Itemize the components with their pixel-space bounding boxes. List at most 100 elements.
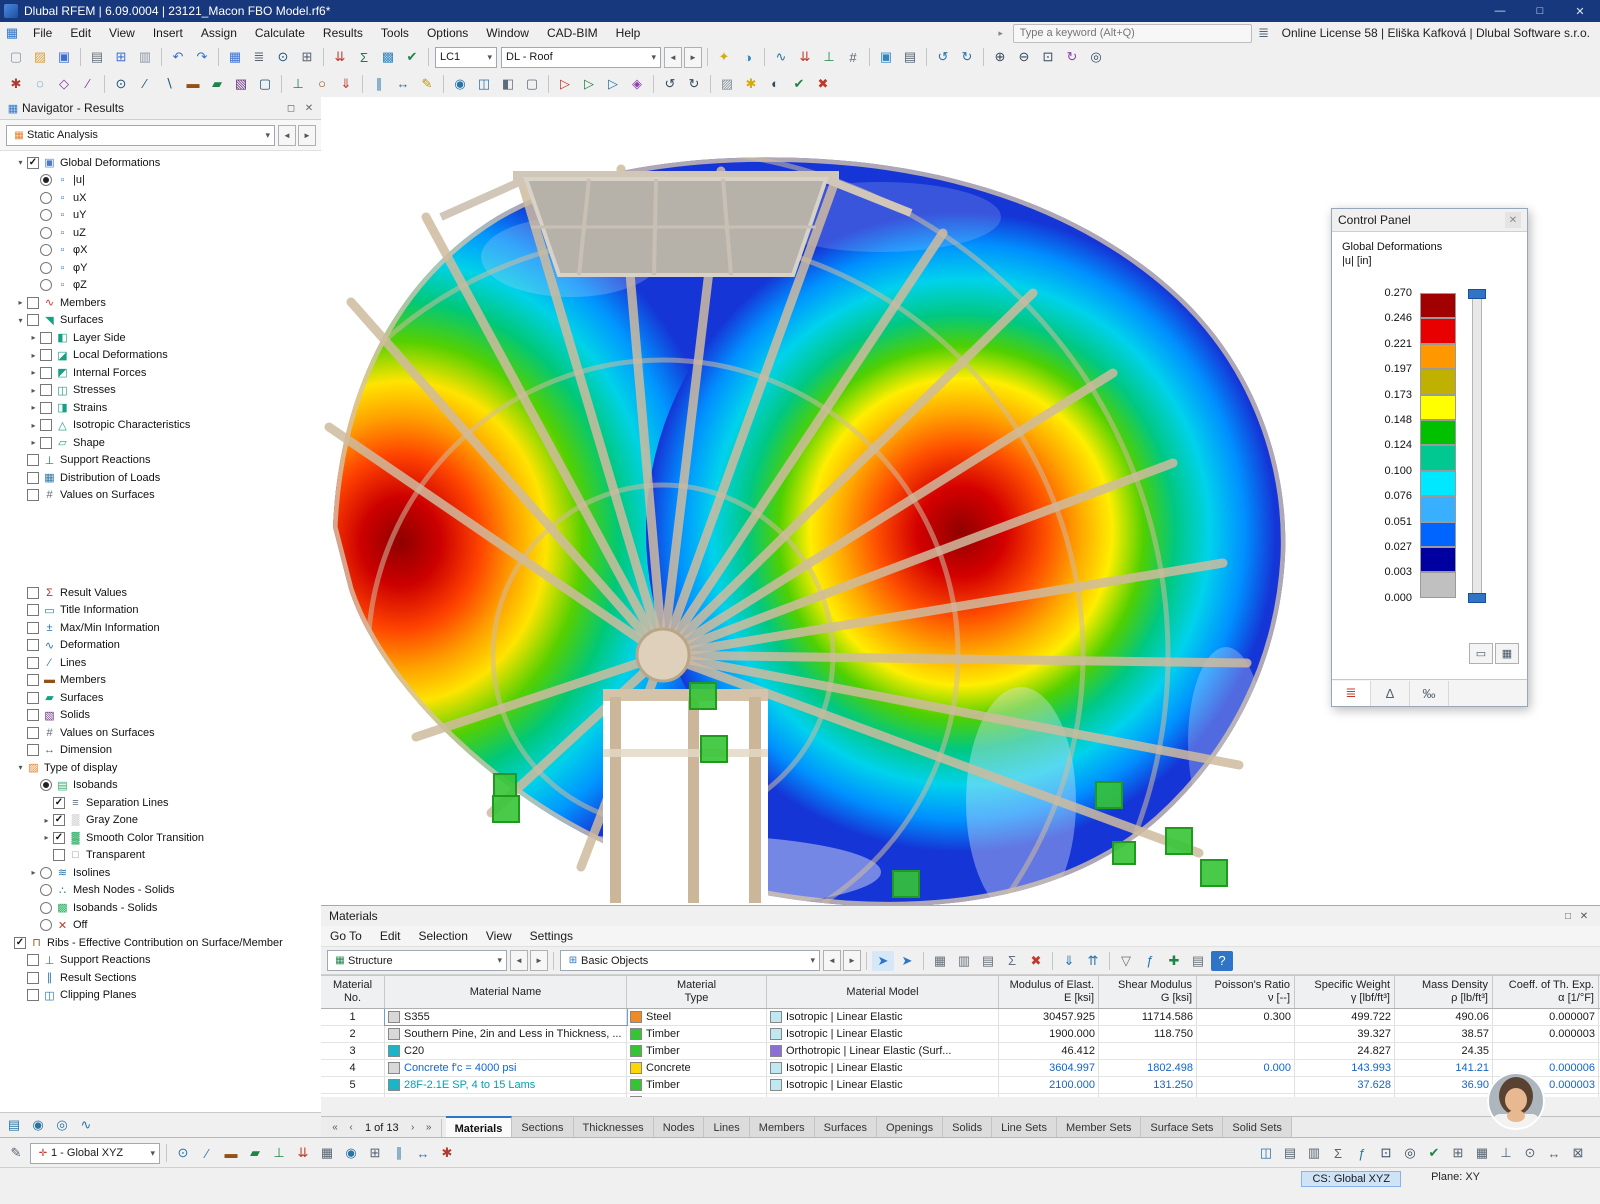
tab-surface-sets[interactable]: Surface Sets (1141, 1117, 1223, 1138)
structure-combo[interactable]: ▦ Structure▾ (327, 950, 507, 971)
checkbox[interactable] (27, 657, 39, 669)
tree-item-y[interactable]: ▫φY (0, 259, 321, 277)
ruler-toggle-icon[interactable]: ↔ (1543, 1143, 1565, 1163)
undo-icon[interactable]: ↶ (167, 47, 189, 67)
cell-ga[interactable]: 37.628 (1295, 1077, 1395, 1093)
isometric-view-icon[interactable]: ◈ (626, 74, 648, 94)
cell-name[interactable] (385, 1094, 627, 1097)
column-header-specific-weight-lbf-ft[interactable]: Specific Weightγ [lbf/ft³] (1295, 976, 1395, 1008)
menu-tools[interactable]: Tools (372, 22, 418, 44)
snap-surface-icon[interactable]: ▰ (244, 1143, 266, 1163)
rotate-view-icon[interactable]: ↻ (1061, 47, 1083, 67)
menu-view[interactable]: View (477, 925, 521, 947)
cell-rh[interactable] (1395, 1094, 1493, 1097)
opening-tool-icon[interactable]: ▢ (254, 74, 276, 94)
menu-selection[interactable]: Selection (410, 925, 477, 947)
radio-button[interactable] (40, 919, 52, 931)
member-tool-icon[interactable]: ▬ (182, 74, 204, 94)
cell-name[interactable]: C20 (385, 1043, 627, 1059)
formula-icon[interactable]: ƒ (1139, 951, 1161, 971)
tab-solid-sets[interactable]: Solid Sets (1223, 1117, 1292, 1138)
tree-item-dimension[interactable]: ↔Dimension (0, 742, 321, 760)
cell-rh[interactable]: 36.90 (1395, 1077, 1493, 1093)
tables-icon[interactable]: ▦ (224, 47, 246, 67)
cell-type[interactable]: Timber (627, 1043, 767, 1059)
cell-name[interactable]: 28F-2.1E SP, 4 to 15 Lams (385, 1077, 627, 1093)
radio-button[interactable] (40, 884, 52, 896)
column-header-coeff-of-th-exp-1-f[interactable]: Coeff. of Th. Exp.α [1/°F] (1493, 976, 1599, 1008)
expander-icon[interactable]: ▸ (28, 333, 39, 342)
snap-node-icon[interactable]: ⊙ (172, 1143, 194, 1163)
checkbox[interactable] (27, 297, 39, 309)
clipping-icon[interactable]: ◫ (473, 74, 495, 94)
close-panel-icon[interactable]: ✕ (301, 100, 317, 116)
plane-xy-icon[interactable]: ∕ (77, 74, 99, 94)
row-number[interactable]: 6 (321, 1094, 385, 1097)
view-z-icon[interactable]: ▷ (602, 74, 624, 94)
snap-support-icon[interactable]: ⊥ (268, 1143, 290, 1163)
cell-nu[interactable] (1197, 1094, 1295, 1097)
cell-al[interactable] (1493, 1043, 1599, 1059)
material-row-1[interactable]: 1S355SteelIsotropic | Linear Elastic3045… (321, 1009, 1600, 1026)
snap-visibility-icon[interactable]: ◉ (340, 1143, 362, 1163)
new-model-icon[interactable]: ▢ (5, 47, 27, 67)
cell-rh[interactable]: 38.57 (1395, 1026, 1493, 1042)
discard-icon[interactable]: ✖ (812, 74, 834, 94)
edit-mode-icon[interactable]: ✎ (5, 1143, 27, 1163)
checkbox[interactable] (53, 849, 65, 861)
filter-icon[interactable]: ▽ (1115, 951, 1137, 971)
new-window-icon[interactable]: ▣ (875, 47, 897, 67)
tree-item-distribution-of-loads[interactable]: ▦Distribution of Loads (0, 469, 321, 487)
material-row-3[interactable]: 3C20TimberOrthotropic | Linear Elastic (… (321, 1043, 1600, 1060)
sum-icon[interactable]: Σ (1001, 951, 1023, 971)
checkbox[interactable] (40, 437, 52, 449)
render-solid-icon[interactable]: ◧ (497, 74, 519, 94)
cell-name[interactable]: S355 (385, 1009, 627, 1025)
checkbox[interactable] (27, 692, 39, 704)
radio-button[interactable] (40, 902, 52, 914)
sum-toggle-icon[interactable]: Σ (1327, 1143, 1349, 1163)
legend-options-button[interactable]: ▭ (1469, 643, 1493, 664)
open-model-icon[interactable]: ▨ (29, 47, 51, 67)
snap-section-icon[interactable]: ∥ (388, 1143, 410, 1163)
full-view-icon[interactable]: ◎ (1085, 47, 1107, 67)
expander-icon[interactable]: ▸ (41, 816, 52, 825)
material-row-6[interactable]: 6 (321, 1094, 1600, 1097)
snap-icon[interactable]: ✱ (5, 74, 27, 94)
previous-page-icon[interactable]: ‹ (343, 1120, 359, 1136)
radio-button[interactable] (40, 867, 52, 879)
checkbox[interactable]: ✓ (53, 832, 65, 844)
zoom-in-icon[interactable]: ⊕ (989, 47, 1011, 67)
tab-lines[interactable]: Lines (704, 1117, 749, 1138)
menu-edit[interactable]: Edit (61, 22, 100, 44)
factors-tab[interactable]: Δ (1371, 681, 1410, 706)
tree-item-members[interactable]: ▬Members (0, 672, 321, 690)
grid-icon[interactable]: ⊞ (296, 47, 318, 67)
tree-item-members[interactable]: ▸∿Members (0, 294, 321, 312)
column-header-mass-density-lb-ft[interactable]: Mass Densityρ [lb/ft³] (1395, 976, 1493, 1008)
cell-al[interactable]: 0.000007 (1493, 1009, 1599, 1025)
expander-icon[interactable]: ▸ (28, 421, 39, 430)
tree-item-transparent[interactable]: □Transparent (0, 847, 321, 865)
cell-g[interactable] (1099, 1043, 1197, 1059)
cell-ga[interactable]: 143.993 (1295, 1060, 1395, 1076)
cell-name[interactable]: Concrete f'c = 4000 psi (385, 1060, 627, 1076)
menu-settings[interactable]: Settings (521, 925, 582, 947)
checkbox[interactable] (27, 314, 39, 326)
checkbox[interactable] (40, 349, 52, 361)
column-header-modulus-of-elast-e-ksi[interactable]: Modulus of Elast.E [ksi] (999, 976, 1099, 1008)
close-table-icon[interactable]: ✕ (1576, 908, 1592, 924)
cell-e[interactable]: 30457.925 (999, 1009, 1099, 1025)
structure-next-button[interactable]: ► (530, 950, 548, 971)
tree-item-isobands[interactable]: ▤Isobands (0, 777, 321, 795)
expander-icon[interactable]: ▾ (15, 763, 26, 772)
zoom-window-icon[interactable]: ⊡ (1037, 47, 1059, 67)
close-button[interactable]: ✕ (1560, 0, 1600, 22)
guideline-icon[interactable]: ◌ (29, 74, 51, 94)
tree-item-global-deformations[interactable]: ▾✓▣Global Deformations (0, 154, 321, 172)
tree-item-off[interactable]: ✕Off (0, 917, 321, 935)
tree-item-support-reactions[interactable]: ⊥Support Reactions (0, 452, 321, 470)
checkbox[interactable] (40, 419, 52, 431)
dimension-icon[interactable]: ↔ (392, 74, 414, 94)
cell-nu[interactable]: 0.300 (1197, 1009, 1295, 1025)
